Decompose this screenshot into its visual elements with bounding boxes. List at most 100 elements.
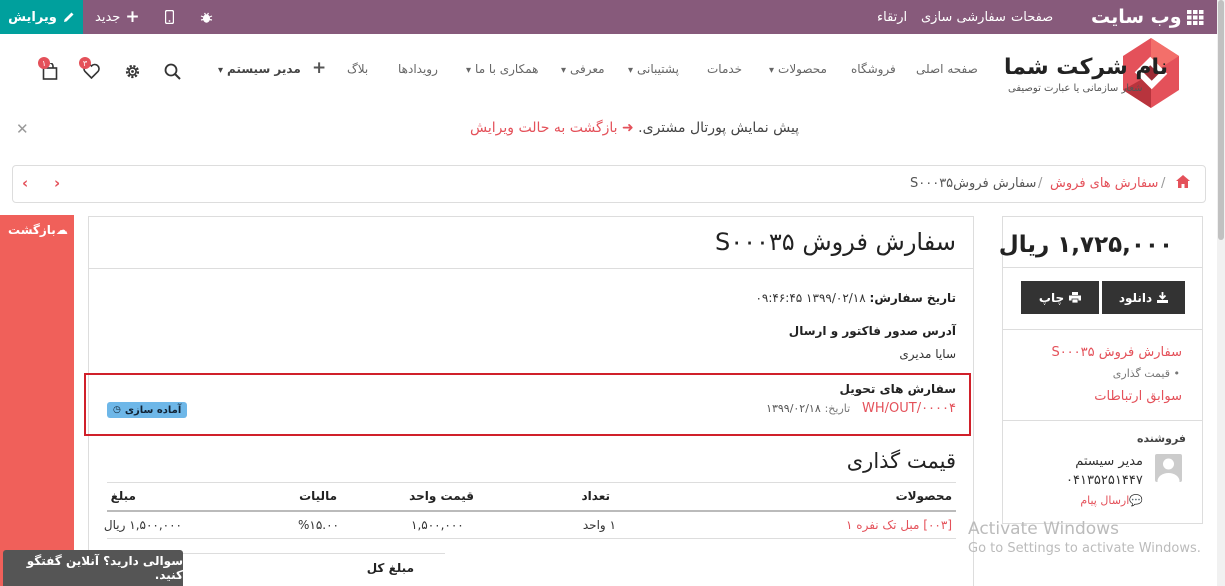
delivery-date-label: تاریخ: (824, 402, 851, 415)
edit-button[interactable]: ویرایش (0, 0, 83, 34)
preview-banner: پیش نمایش پورتال مشتری. ➜ بازگشت به حالت… (470, 120, 799, 136)
delivery-ref-link[interactable]: WH/OUT/۰۰۰۰۴ (862, 401, 956, 416)
table-top-border (107, 482, 956, 483)
table-cell-product[interactable]: [۰۰۳] مبل تک نفره ۱ (846, 518, 952, 532)
mobile-icon (165, 10, 174, 24)
avatar (1155, 454, 1182, 482)
search-button[interactable] (164, 63, 181, 83)
total-divider (183, 553, 445, 554)
breadcrumb-home[interactable] (1176, 175, 1190, 191)
wishlist-count-badge: ۳ (79, 57, 91, 69)
back-panel[interactable] (0, 215, 74, 586)
site-title[interactable]: وب سایت (1091, 0, 1182, 34)
download-label: دانلود (1118, 290, 1153, 305)
prev-record-chevron-left-icon[interactable]: ‹ (22, 174, 28, 192)
watermark-title: Activate Windows (968, 519, 1119, 539)
card-header-divider (88, 268, 974, 269)
user-menu[interactable]: مدیر سیستم (218, 62, 301, 76)
nav-about[interactable]: معرفی (561, 62, 605, 76)
salesperson-label: فروشنده (1136, 432, 1186, 445)
next-record-chevron-right-icon[interactable]: › (54, 174, 60, 192)
bug-icon (200, 12, 213, 23)
clock-icon: ◷ (113, 405, 121, 415)
scrollbar-thumb[interactable] (1218, 0, 1224, 240)
customize-label: سفارشی سازی (921, 9, 1006, 25)
side-order-link[interactable]: سفارش فروش S۰۰۰۳۵ (1051, 345, 1182, 360)
nav-shop[interactable]: فروشگاه (851, 62, 896, 76)
table-cell-tax: %۱۵.۰۰ (298, 518, 339, 532)
watermark-subtitle: Go to Settings to activate Windows. (968, 541, 1201, 556)
breadcrumb-current: سفارش فروشS۰۰۰۳۵ (910, 176, 1037, 191)
address-label: آدرس صدور فاکتور و ارسال (788, 324, 956, 338)
table-header-border (107, 510, 956, 512)
gear-icon (125, 64, 140, 79)
print-label: چاپ (1038, 290, 1065, 305)
col-header-products: محصولات (895, 489, 952, 503)
apps-menu-button[interactable] (1187, 0, 1204, 34)
order-title: سفارش فروش S۰۰۰۳۵ (715, 228, 956, 256)
nav-careers[interactable]: همکاری با ما (466, 62, 538, 76)
pages-label: صفحات (1011, 9, 1054, 25)
table-row-border (107, 538, 956, 539)
side-divider (1002, 267, 1203, 268)
settings-button[interactable] (124, 63, 141, 83)
debug-button[interactable] (200, 0, 213, 34)
order-amount: ۱,۷۲۵,۰۰۰ ریال (998, 232, 1173, 258)
table-cell-amount: ۱,۵۰۰,۰۰۰ ریال (103, 518, 182, 532)
arrow-right-icon: ➜ (621, 120, 634, 136)
home-icon (1176, 175, 1190, 188)
download-button[interactable]: دانلود (1102, 281, 1185, 314)
col-header-unit-price: قیمت واحد (409, 489, 474, 503)
close-banner-icon[interactable]: ✕ (16, 120, 29, 138)
add-menu-plus-icon[interactable]: + (312, 58, 326, 78)
breadcrumb-sales-orders[interactable]: سفارش های فروش (1050, 176, 1158, 191)
nav-home[interactable]: صفحه اصلی (916, 62, 978, 76)
plus-icon: + (125, 7, 140, 27)
send-message-link[interactable]: 💬ارسال پیام (1080, 494, 1143, 507)
delivery-line: WH/OUT/۰۰۰۰۴ تاریخ: ۱۳۹۹/۰۲/۱۸ (766, 401, 956, 416)
side-divider (1002, 420, 1203, 421)
nav-support[interactable]: پشتیبانی (628, 62, 679, 76)
nav-products[interactable]: محصولات (769, 62, 827, 76)
table-cell-unit-price: ۱,۵۰۰,۰۰۰ (411, 518, 464, 532)
upgrade-label: ارتقاء (877, 9, 908, 25)
nav-events[interactable]: رویدادها (398, 62, 438, 76)
customize-menu[interactable]: سفارشی سازی (921, 0, 1006, 34)
printer-icon (1069, 292, 1082, 303)
breadcrumb-separator: / (1038, 176, 1043, 191)
comment-icon: 💬 (1129, 494, 1143, 507)
table-cell-quantity: ۱ واحد (582, 518, 616, 532)
print-button[interactable]: چاپ (1021, 281, 1099, 314)
download-icon (1157, 292, 1169, 303)
nav-blog[interactable]: بلاگ (347, 62, 368, 76)
side-order-sub-label: قیمت گذاری (1112, 367, 1170, 380)
pencil-icon (63, 12, 74, 22)
new-label: جدید (95, 9, 121, 25)
total-label: مبلغ کل (366, 561, 414, 575)
pages-menu[interactable]: صفحات (1011, 0, 1053, 34)
history-link[interactable]: سوابق ارتباطات (1094, 389, 1182, 404)
salesperson-name: مدیر سیستم (1075, 454, 1143, 469)
back-to-edit-link[interactable]: ➜ بازگشت به حالت ویرایش (470, 120, 634, 136)
upgrade-menu[interactable]: ارتقاء (877, 0, 907, 34)
pricing-title: قیمت گذاری (846, 449, 956, 473)
mobile-preview-button[interactable] (165, 0, 174, 34)
status-label: آماده سازی (124, 404, 182, 416)
side-divider (1002, 329, 1203, 330)
nav-services[interactable]: خدمات (707, 62, 742, 76)
cloud-icon: ☁ (55, 223, 68, 237)
col-header-quantity: تعداد (581, 489, 610, 503)
delivery-date: ۱۳۹۹/۰۲/۱۸ (766, 402, 821, 415)
new-button[interactable]: جدید + (95, 0, 140, 34)
logo-name: نام شرکت شما (1004, 55, 1169, 80)
salesperson-phone: ۰۴۱۳۵۲۵۱۴۴۷ (1066, 473, 1143, 488)
send-message-label: ارسال پیام (1080, 494, 1130, 507)
order-date-value: ۱۳۹۹/۰۲/۱۸ ۰۹:۴۶:۴۵ (755, 291, 866, 305)
cart-count-badge: ۱ (38, 57, 50, 69)
back-button[interactable]: ☁بازگشت (8, 223, 68, 237)
search-icon (164, 63, 181, 80)
order-date-label: تاریخ سفارش: (869, 291, 956, 305)
breadcrumb-separator: / (1161, 176, 1166, 191)
livechat-button[interactable]: سوالی دارید؟ آنلاین گفتگو کنید. (3, 550, 183, 586)
preview-text: پیش نمایش پورتال مشتری. (638, 120, 800, 136)
